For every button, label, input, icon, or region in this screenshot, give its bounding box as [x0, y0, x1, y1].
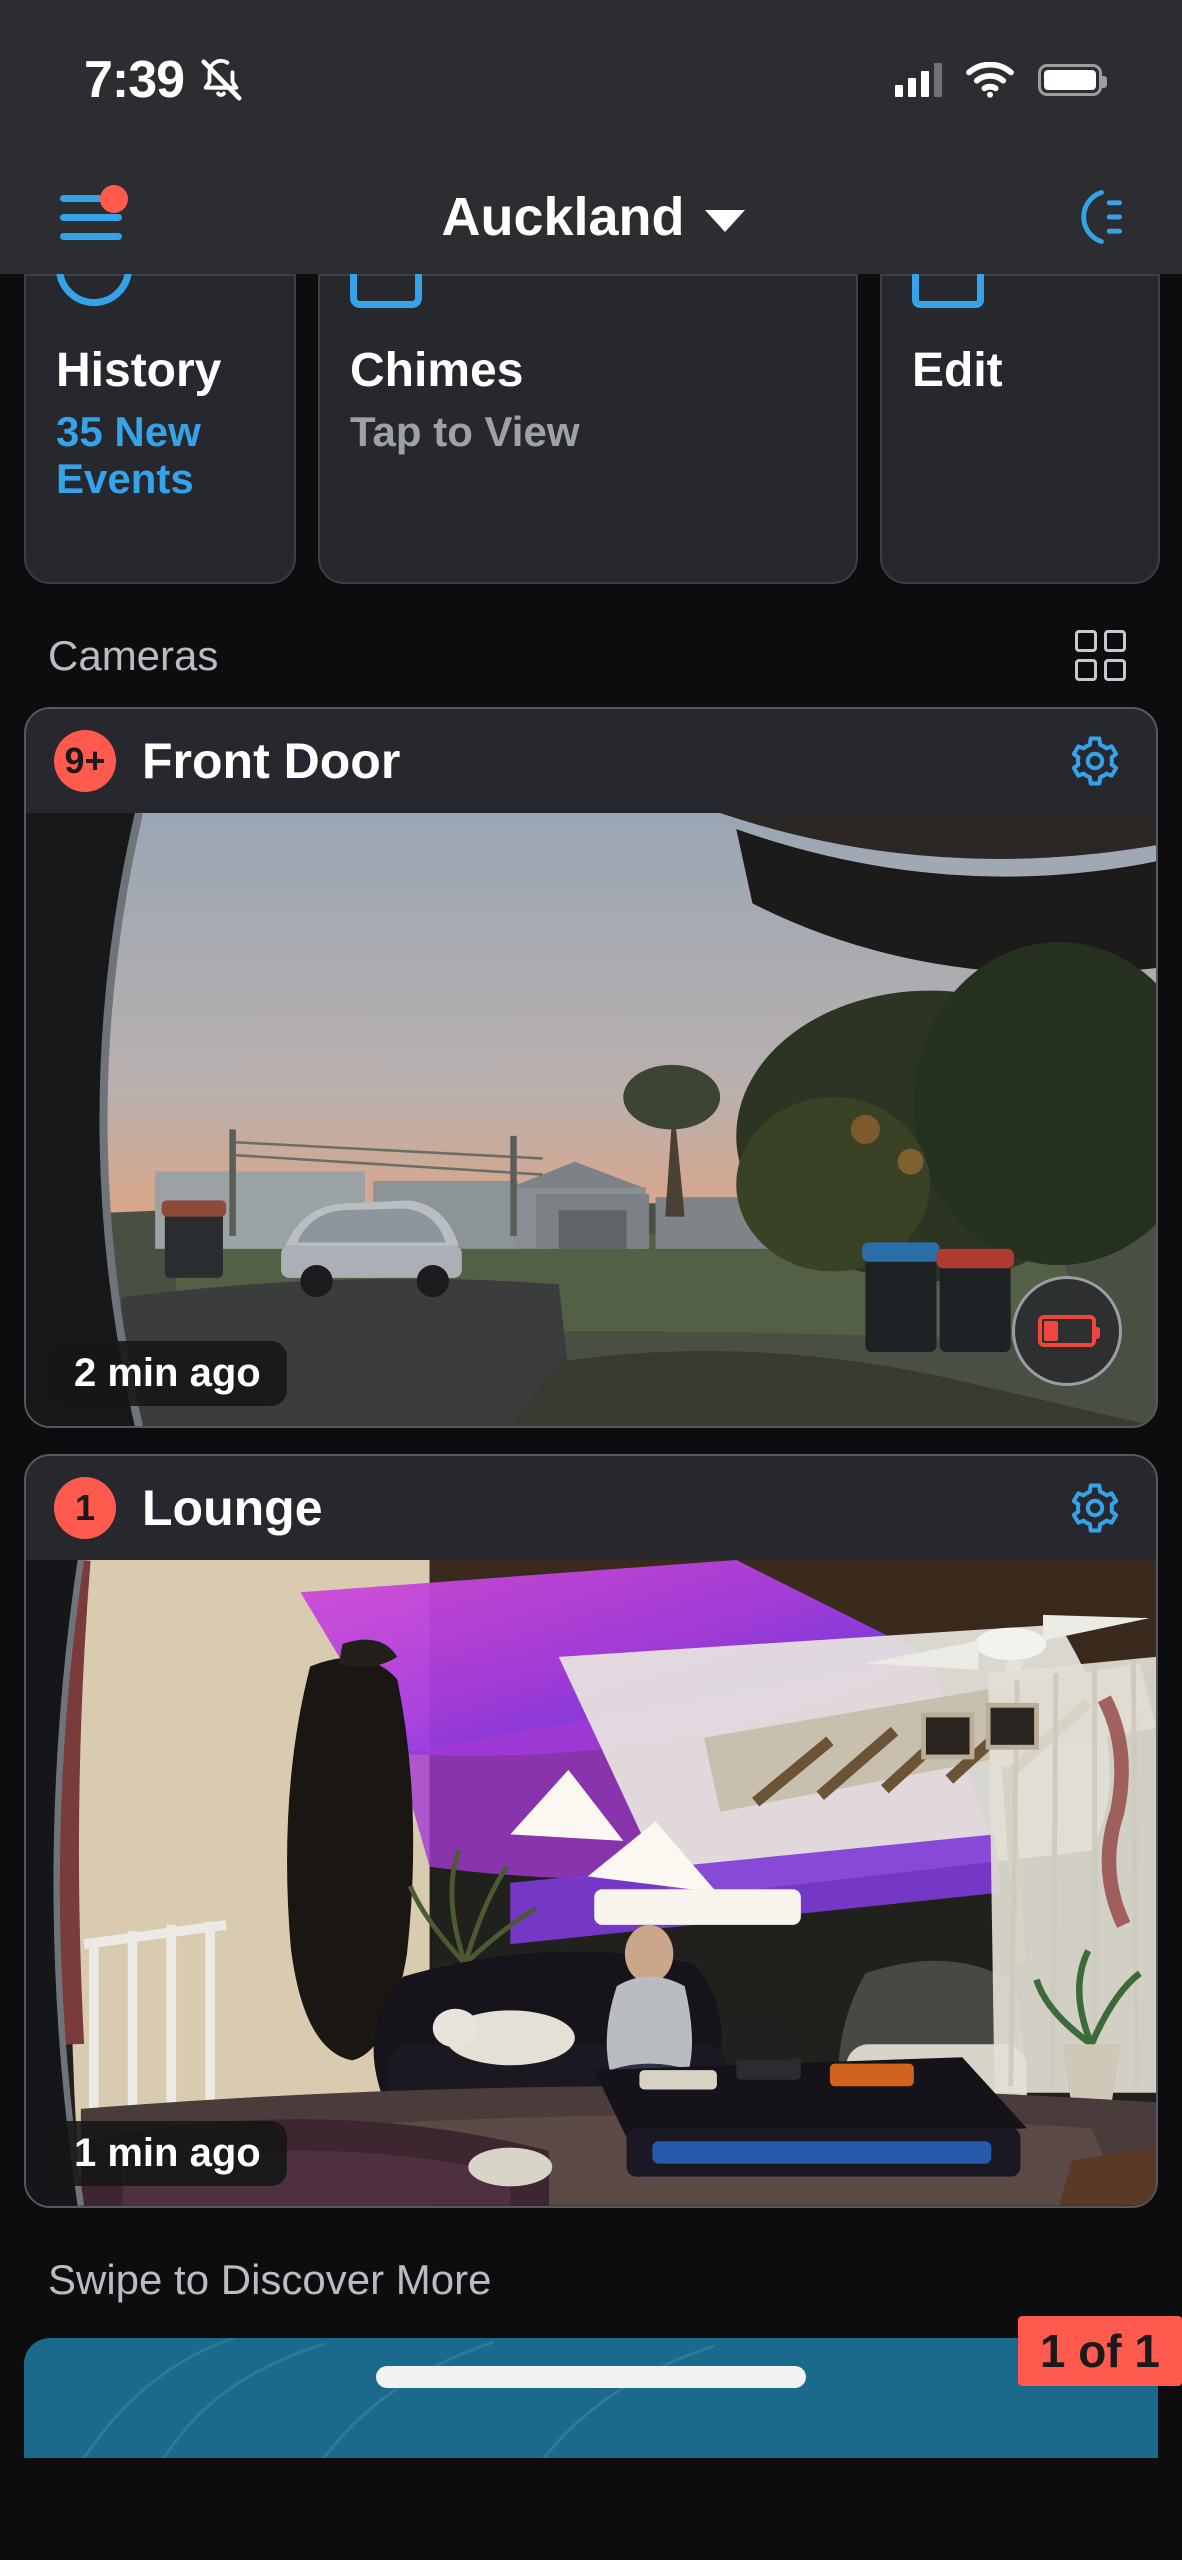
- low-battery-icon[interactable]: [1012, 1276, 1122, 1387]
- status-bar: 7:39: [0, 0, 1182, 160]
- quick-action-chimes[interactable]: Chimes Tap to View: [318, 274, 858, 584]
- notification-dot: [100, 185, 128, 213]
- promo-decoration: [82, 2338, 715, 2459]
- camera-card-front-door[interactable]: 9+ Front Door 2 min ago: [24, 707, 1158, 1429]
- timestamp-badge: 1 min ago: [48, 2121, 287, 2187]
- page-indicator-badge: 1 of 1: [1017, 2316, 1182, 2387]
- quick-action-title: History: [56, 344, 222, 397]
- status-time: 7:39: [84, 51, 185, 109]
- quick-actions-row[interactable]: History 35 New Events Chimes Tap to View…: [0, 274, 1182, 584]
- cameras-label: Cameras: [48, 631, 219, 679]
- quick-action-subtitle: Tap to View: [350, 407, 580, 455]
- camera-feed-lounge[interactable]: 1 min ago: [26, 1560, 1156, 2207]
- camera-card-lounge[interactable]: 1 Lounge 1 min ago: [24, 1454, 1158, 2209]
- quick-action-edit[interactable]: Edit: [880, 274, 1160, 584]
- camera-feed-image: [26, 813, 1156, 1427]
- cellular-signal-icon: [895, 63, 942, 97]
- pencil-edit-icon: [912, 274, 1128, 318]
- moon-night-mode-icon[interactable]: [1064, 186, 1126, 248]
- grid-view-icon[interactable]: [1075, 630, 1126, 681]
- camera-list: 9+ Front Door 2 min ago 1 Lounge 1 min a…: [0, 707, 1182, 2209]
- timestamp-badge: 2 min ago: [48, 1341, 287, 1407]
- app-header: Auckland: [0, 160, 1182, 274]
- quick-action-subtitle: 35 New Events: [56, 407, 201, 502]
- camera-name: Front Door: [142, 733, 401, 789]
- bell-chime-icon: [350, 274, 826, 318]
- gear-icon[interactable]: [1068, 1481, 1122, 1535]
- quick-action-title: Chimes: [350, 344, 524, 397]
- camera-card-header: 9+ Front Door: [26, 709, 1156, 813]
- swipe-hint-label: Swipe to Discover More: [48, 2256, 492, 2304]
- promo-banner-wrap: 1 of 1: [0, 2316, 1182, 2459]
- quick-action-title: Edit: [912, 344, 1003, 397]
- page-title: Auckland: [441, 187, 685, 247]
- cameras-section-header: Cameras: [0, 584, 1182, 707]
- status-badge: 9+: [54, 730, 116, 792]
- quick-action-history[interactable]: History 35 New Events: [24, 274, 296, 584]
- promo-banner[interactable]: [24, 2338, 1158, 2459]
- status-bar-left: 7:39: [84, 50, 244, 110]
- camera-feed-image: [26, 1560, 1156, 2207]
- clock-history-icon: [56, 274, 264, 318]
- hamburger-menu-icon[interactable]: [60, 185, 128, 241]
- camera-name: Lounge: [142, 1480, 323, 1537]
- status-badge: 1: [54, 1477, 116, 1540]
- status-bar-right: [895, 62, 1107, 98]
- home-indicator: [376, 2366, 806, 2389]
- bell-slash-icon: [201, 59, 242, 101]
- location-selector[interactable]: Auckland: [441, 186, 745, 248]
- gear-icon[interactable]: [1068, 734, 1122, 788]
- camera-feed-front-door[interactable]: 2 min ago: [26, 813, 1156, 1427]
- battery-icon: [1038, 64, 1107, 96]
- wifi-icon: [966, 62, 1014, 98]
- camera-card-header: 1 Lounge: [26, 1456, 1156, 1560]
- chevron-down-icon: [704, 210, 745, 232]
